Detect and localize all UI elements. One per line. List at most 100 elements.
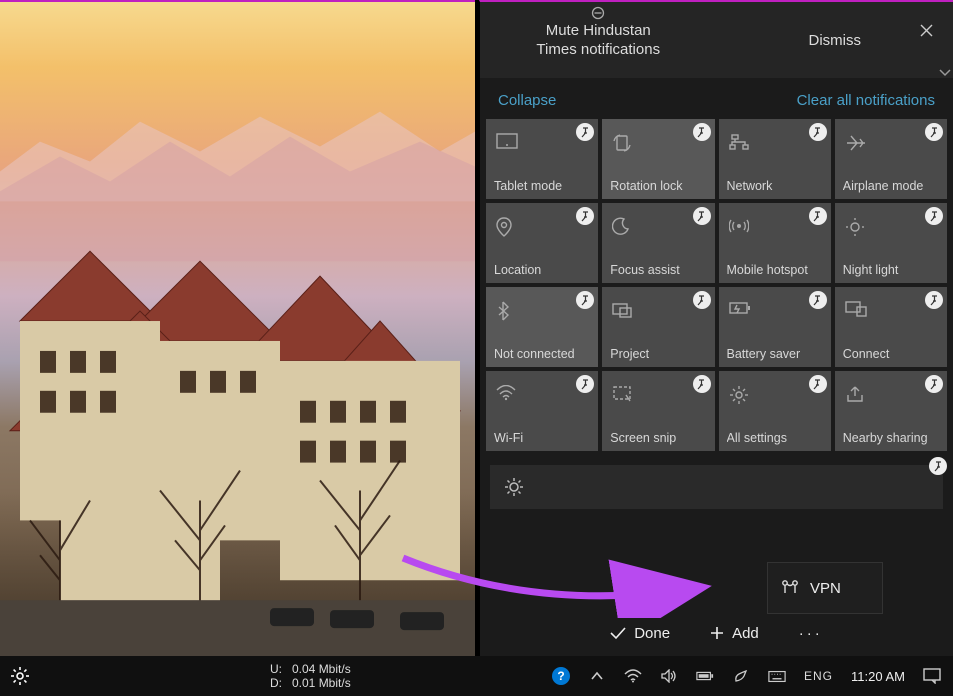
tile-all-settings[interactable]: All settings [719, 371, 831, 451]
tile-rotation-lock[interactable]: Rotation lock [602, 119, 714, 199]
tile-label: Connect [843, 347, 943, 361]
battery-tray-icon[interactable] [696, 667, 714, 685]
tile-label: Screen snip [610, 431, 710, 445]
pin-icon[interactable] [693, 375, 711, 393]
tile-wifi[interactable]: Wi-Fi [486, 371, 598, 451]
tile-not-connected[interactable]: Not connected [486, 287, 598, 367]
more-button[interactable]: ··· [799, 625, 823, 642]
tile-screen-snip[interactable]: Screen snip [602, 371, 714, 451]
tile-label: Not connected [494, 347, 594, 361]
moon-icon [612, 217, 630, 235]
connect-icon [845, 301, 867, 317]
tile-label: Night light [843, 263, 943, 277]
vpn-label: VPN [810, 580, 841, 597]
pin-icon[interactable] [809, 291, 827, 309]
tile-label: Wi-Fi [494, 431, 594, 445]
tile-label: Nearby sharing [843, 431, 943, 445]
hotspot-icon [729, 217, 749, 235]
volume-tray-icon[interactable] [660, 667, 678, 685]
tile-label: Battery saver [727, 347, 827, 361]
chevron-down-icon[interactable] [939, 68, 951, 78]
add-button[interactable]: Add [710, 625, 759, 642]
wifi-icon [496, 385, 516, 401]
rotation-icon [612, 133, 632, 153]
tile-project[interactable]: Project [602, 287, 714, 367]
collapse-link[interactable]: Collapse [498, 92, 556, 109]
pin-icon[interactable] [693, 291, 711, 309]
net-up-value: 0.04 Mbit/s [292, 662, 351, 676]
vpn-tile[interactable]: VPN [767, 562, 883, 614]
dismiss-label: Dismiss [809, 32, 862, 49]
add-label: Add [732, 625, 759, 642]
net-down-value: 0.01 Mbit/s [292, 676, 351, 690]
gear-icon [10, 666, 30, 686]
pin-icon[interactable] [809, 375, 827, 393]
quick-actions-edit-bar: Done Add ··· [480, 610, 953, 656]
system-tray: ? ENG 11:20 AM [552, 656, 953, 696]
wifi-tray-icon[interactable] [624, 667, 642, 685]
settings-button[interactable] [0, 656, 40, 696]
tile-tablet-mode[interactable]: Tablet mode [486, 119, 598, 199]
tile-label: All settings [727, 431, 827, 445]
tile-connect[interactable]: Connect [835, 287, 947, 367]
pin-icon[interactable] [576, 207, 594, 225]
gear-icon [729, 385, 749, 405]
pin-icon[interactable] [576, 375, 594, 393]
done-button[interactable]: Done [610, 625, 670, 642]
tile-label: Airplane mode [843, 179, 943, 193]
location-icon [496, 217, 512, 237]
notification-dismiss-top-icon [591, 6, 605, 20]
share-icon [845, 385, 865, 403]
tile-label: Network [727, 179, 827, 193]
tile-nearby-sharing[interactable]: Nearby sharing [835, 371, 947, 451]
tile-focus-assist[interactable]: Focus assist [602, 203, 714, 283]
pin-icon[interactable] [809, 123, 827, 141]
tile-location[interactable]: Location [486, 203, 598, 283]
tile-network[interactable]: Network [719, 119, 831, 199]
mute-notification-line1: Mute Hindustan [546, 21, 651, 41]
done-label: Done [634, 625, 670, 642]
pin-icon[interactable] [576, 123, 594, 141]
help-icon[interactable]: ? [552, 667, 570, 685]
tile-label: Location [494, 263, 594, 277]
brightness-slider[interactable] [490, 465, 943, 509]
clear-all-link[interactable]: Clear all notifications [797, 92, 935, 109]
pin-icon[interactable] [929, 457, 947, 475]
pin-icon[interactable] [925, 207, 943, 225]
keyboard-tray-icon[interactable] [768, 667, 786, 685]
brightness-icon [504, 477, 524, 497]
tile-battery-saver[interactable]: Battery saver [719, 287, 831, 367]
tile-label: Tablet mode [494, 179, 594, 193]
network-icon [729, 133, 749, 151]
pin-icon[interactable] [693, 123, 711, 141]
pin-icon[interactable] [693, 207, 711, 225]
net-up-label: U: [270, 662, 282, 676]
language-indicator[interactable]: ENG [804, 669, 833, 683]
tile-label: Focus assist [610, 263, 710, 277]
close-icon[interactable] [920, 24, 933, 37]
mute-notification-button[interactable]: Mute Hindustan Times notifications [480, 2, 717, 78]
pin-icon[interactable] [925, 123, 943, 141]
checkmark-icon [610, 626, 626, 640]
clock[interactable]: 11:20 AM [851, 669, 905, 684]
tile-night-light[interactable]: Night light [835, 203, 947, 283]
bluetooth-icon [496, 301, 510, 321]
tile-mobile-hotspot[interactable]: Mobile hotspot [719, 203, 831, 283]
snip-icon [612, 385, 632, 403]
tile-label: Mobile hotspot [727, 263, 827, 277]
pin-icon[interactable] [809, 207, 827, 225]
pin-icon[interactable] [925, 375, 943, 393]
pin-icon[interactable] [576, 291, 594, 309]
airplane-icon [845, 133, 867, 153]
project-icon [612, 301, 632, 319]
tile-airplane-mode[interactable]: Airplane mode [835, 119, 947, 199]
action-center-tray-icon[interactable] [923, 667, 941, 685]
tile-label: Rotation lock [610, 179, 710, 193]
dismiss-notification-button[interactable]: Dismiss [717, 2, 953, 78]
tray-overflow-button[interactable] [588, 667, 606, 685]
pen-tray-icon[interactable] [732, 667, 750, 685]
tablet-icon [496, 133, 518, 151]
more-label: ··· [799, 625, 823, 642]
pin-icon[interactable] [925, 291, 943, 309]
sun-icon [845, 217, 865, 237]
